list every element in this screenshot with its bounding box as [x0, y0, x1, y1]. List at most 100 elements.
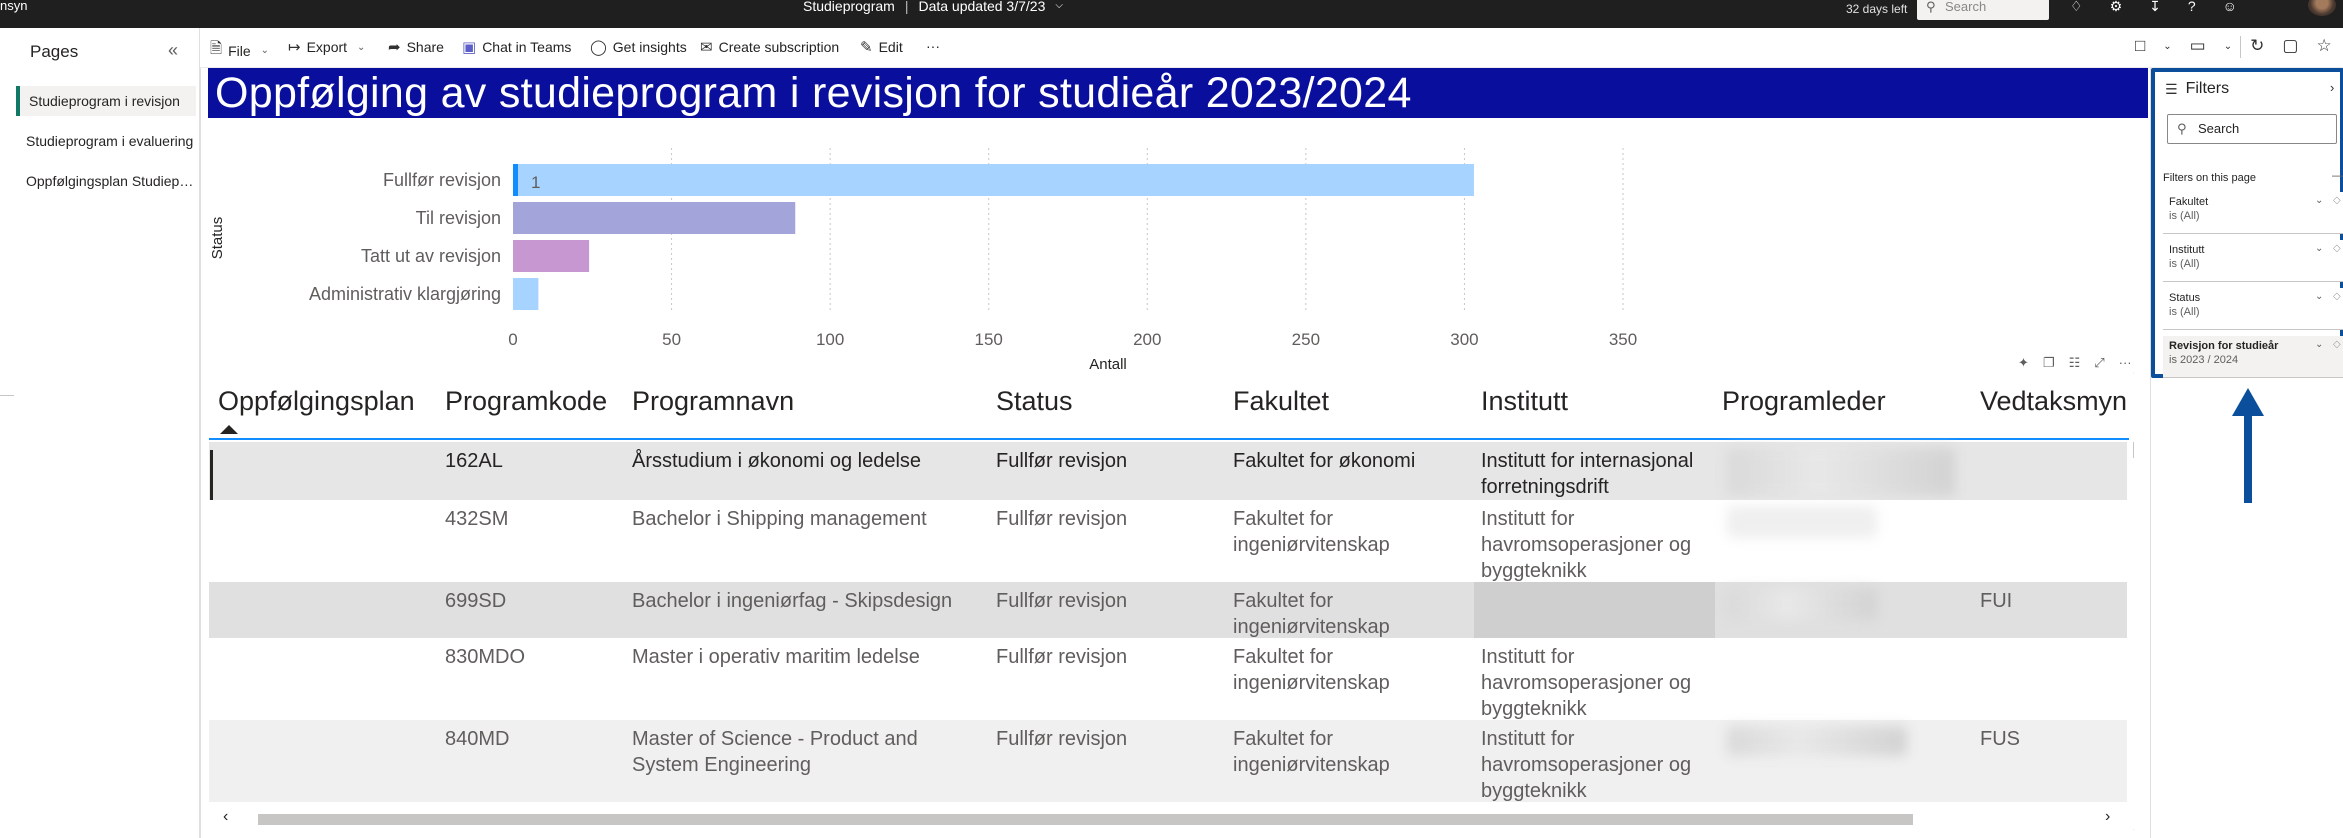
cell-line: havromsoperasjoner og	[1481, 754, 1692, 776]
chat-in-teams-button[interactable]: ▣ Chat in Teams	[462, 38, 571, 56]
column-vedtaksmyndighet[interactable]: Vedtaksmyn	[1980, 386, 2127, 417]
arrow-shaft	[2244, 410, 2252, 503]
file-icon: 🗎	[210, 40, 223, 57]
bar[interactable]	[513, 278, 539, 310]
help-icon[interactable]: ?	[2188, 0, 2196, 13]
app-brand: nsyn	[0, 0, 28, 13]
table-row[interactable]: 432SM Bachelor i Shipping management Ful…	[209, 500, 2127, 582]
table-row[interactable]: 830MDO Master i operativ maritim ledelse…	[209, 638, 2127, 720]
cell-institutt: Institutt for havromsoperasjoner og bygg…	[1481, 726, 1691, 804]
share-button[interactable]: ➦ Share	[388, 38, 444, 56]
cell-line: Fakultet for	[1233, 728, 1334, 750]
cell-status: Fullfør revisjon	[996, 508, 1128, 530]
scroll-left-icon[interactable]: ‹	[223, 808, 228, 826]
cell-line: System Engineering	[632, 754, 811, 776]
global-search[interactable]: ⚲ Search	[1917, 0, 2049, 20]
create-subscription-button[interactable]: ✉ Create subscription	[700, 38, 839, 56]
comment-icon[interactable]: ▢	[2282, 36, 2298, 56]
avatar[interactable]	[2308, 0, 2336, 16]
chevron-down-icon[interactable]: ⌵	[1055, 0, 1063, 14]
chevron-down-icon[interactable]: ⌄	[2315, 195, 2323, 206]
eraser-icon[interactable]: ◇	[2333, 195, 2341, 206]
smiley-icon[interactable]: ☺	[2223, 0, 2237, 13]
cell-programnavn: Master i operativ maritim ledelse	[632, 646, 920, 668]
toolbar-right-icons: □ ⌄ ▭ ⌄ ↻ ▢ ☆	[2135, 36, 2332, 56]
filter-card-revisjon-for-studiear[interactable]: Revisjon for studieår is 2023 / 2024 ⌄ ◇	[2163, 336, 2343, 378]
chevron-down-icon[interactable]: ⌄	[2163, 41, 2171, 56]
subscription-icon: ✉	[700, 39, 713, 56]
column-programkode[interactable]: Programkode	[445, 386, 607, 417]
star-icon[interactable]: ☆	[2316, 36, 2331, 56]
refresh-icon[interactable]: ↻	[2250, 36, 2264, 56]
page-item-oppfolgingsplan[interactable]: Oppfølgingsplan Studieprogram	[16, 166, 196, 196]
bell-icon[interactable]: ♢	[2070, 0, 2083, 13]
scroll-down-icon[interactable]: ⌄	[2131, 820, 2134, 836]
column-programleder[interactable]: Programleder	[1722, 386, 1886, 417]
chevron-down-icon: ⌄	[357, 41, 366, 53]
page-item-studieprogram-i-evaluering[interactable]: Studieprogram i evaluering	[16, 126, 196, 156]
scroll-right-icon[interactable]: ›	[2105, 808, 2110, 826]
export-icon: ↦	[288, 39, 301, 56]
bar-data-label: 1	[531, 173, 540, 192]
cell-line: forretningsdrift	[1481, 476, 1609, 498]
column-status[interactable]: Status	[996, 386, 1073, 417]
table-row[interactable]: 162AL Årsstudium i økonomi og ledelse Fu…	[209, 442, 2127, 500]
lightbulb-icon: ◯	[590, 39, 607, 56]
more-icon[interactable]: —	[2332, 168, 2343, 182]
column-institutt[interactable]: Institutt	[1481, 386, 1568, 417]
download-icon[interactable]: ↧	[2149, 0, 2161, 13]
more-options-button[interactable]: ···	[926, 38, 940, 54]
cell-fakultet: Fakultet for ingeniørvitenskap	[1233, 644, 1390, 696]
bar[interactable]	[513, 164, 1474, 196]
redacted-programleder	[1727, 588, 1877, 620]
bar-highlight	[513, 164, 518, 196]
view-icon[interactable]: ▭	[2190, 36, 2206, 56]
chevron-down-icon[interactable]: ⌄	[2315, 243, 2323, 254]
column-fakultet[interactable]: Fakultet	[1233, 386, 1329, 417]
cell-line: byggteknikk	[1481, 560, 1587, 582]
column-programnavn[interactable]: Programnavn	[632, 386, 794, 417]
header-separator: |	[904, 0, 909, 14]
table-row[interactable]: 699SD Bachelor i ingeniørfag - Skipsdesi…	[209, 582, 2127, 638]
pages-panel: Pages « Studieprogram i revisjon Studiep…	[0, 28, 200, 838]
table-vertical-scrollbar[interactable]: ⌃ ⌄	[2130, 368, 2134, 838]
collapse-pages-icon[interactable]: «	[168, 40, 178, 61]
pages-title: Pages	[30, 42, 79, 61]
eraser-icon[interactable]: ◇	[2333, 339, 2341, 350]
chevron-down-icon[interactable]: ⌄	[2315, 291, 2323, 302]
chevron-down-icon[interactable]: ⌄	[2315, 339, 2323, 350]
bar[interactable]	[513, 240, 590, 272]
edit-button[interactable]: ✎ Edit	[860, 38, 903, 56]
filter-value: is (All)	[2169, 210, 2200, 222]
bookmark-icon[interactable]: □	[2135, 36, 2145, 56]
page-item-studieprogram-i-revisjon[interactable]: Studieprogram i revisjon	[16, 86, 196, 116]
horizontal-scroll-thumb[interactable]	[258, 814, 1913, 825]
y-category-label: Fullfør revisjon	[383, 170, 501, 190]
gear-icon[interactable]: ⚙	[2110, 0, 2123, 13]
report-toolbar: 🗎 File ⌄ ↦ Export ⌄ ➦ Share ▣ Chat in Te…	[200, 28, 2343, 68]
column-oppfolgingsplan[interactable]: Oppfølgingsplan	[218, 386, 415, 417]
report-header[interactable]: Studieprogram | Data updated 3/7/23 ⌵	[803, 0, 1063, 14]
cell-programnavn: Bachelor i ingeniørfag - Skipsdesign	[632, 590, 953, 612]
cell-line: Fakultet for	[1233, 646, 1334, 668]
sort-ascending-icon[interactable]	[220, 425, 238, 434]
bar[interactable]	[513, 202, 796, 234]
scroll-up-icon[interactable]: ⌃	[2131, 368, 2134, 384]
eraser-icon[interactable]: ◇	[2333, 291, 2341, 302]
filter-card-institutt[interactable]: Institutt is (All) ⌄ ◇	[2163, 240, 2343, 282]
cell-programkode: 699SD	[445, 590, 507, 612]
export-menu[interactable]: ↦ Export ⌄	[288, 38, 365, 56]
get-insights-button[interactable]: ◯ Get insights	[590, 38, 687, 56]
filter-card-fakultet[interactable]: Fakultet is (All) ⌄ ◇	[2163, 192, 2343, 234]
collapse-filters-icon[interactable]: ›	[2330, 80, 2334, 95]
chevron-down-icon[interactable]: ⌄	[2224, 41, 2232, 56]
file-menu[interactable]: 🗎 File ⌄	[210, 38, 269, 63]
vertical-scroll-thumb[interactable]	[2133, 442, 2134, 458]
share-icon: ➦	[388, 39, 401, 56]
table-row[interactable]: 840MD Master of Science - Product and Sy…	[209, 720, 2127, 802]
filter-search-input[interactable]: ⚲ Search	[2167, 114, 2337, 144]
eraser-icon[interactable]: ◇	[2333, 243, 2341, 254]
table-horizontal-scrollbar[interactable]: ‹ ›	[209, 808, 2129, 828]
cell-vedtaksmyndighet: FUS	[1980, 728, 2020, 750]
filter-card-status[interactable]: Status is (All) ⌄ ◇	[2163, 288, 2343, 330]
